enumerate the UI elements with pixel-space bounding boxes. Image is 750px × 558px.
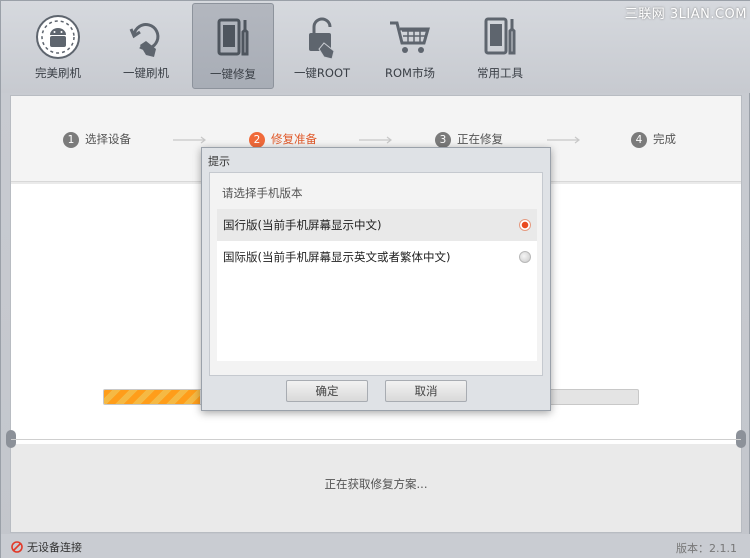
- cancel-button[interactable]: 取消: [385, 380, 467, 402]
- step-number: 4: [631, 131, 647, 148]
- toolbar-item-one-key-root[interactable]: 一键ROOT: [281, 3, 363, 89]
- toolbar-item-one-key-flash[interactable]: 一键刷机: [105, 3, 187, 89]
- progress-fill: [104, 390, 201, 404]
- step-label: 正在修复: [457, 132, 503, 146]
- step-4: 4 完成: [631, 130, 676, 148]
- step-number: 3: [435, 131, 451, 148]
- step-label: 完成: [653, 132, 676, 146]
- no-device-icon: [11, 541, 23, 553]
- tools-icon: [484, 17, 516, 55]
- toolbar-item-common-tools[interactable]: 常用工具: [459, 3, 541, 89]
- toolbar-label: 一键ROOT: [293, 66, 351, 80]
- version-label: 版本：2.1.1: [676, 542, 737, 555]
- connection-status: 无设备连接: [11, 539, 82, 555]
- option-international-version[interactable]: 国际版(当前手机屏幕显示英文或者繁体中文): [217, 241, 537, 273]
- step-arrow-icon: [173, 136, 206, 144]
- cart-icon: [390, 21, 430, 53]
- connection-label: 无设备连接: [27, 541, 82, 554]
- toolbar-label: 常用工具: [477, 66, 523, 80]
- dialog-body: 请选择手机版本 国行版(当前手机屏幕显示中文) 国际版(当前手机屏幕显示英文或者…: [209, 172, 543, 376]
- top-toolbar: 完美刷机 一键刷机 一键修复 一键ROOT ROM市场 常用工具 三联网 3LI…: [1, 1, 750, 93]
- toolbar-label: ROM市场: [385, 66, 435, 80]
- step-number: 1: [63, 131, 79, 148]
- version-select-dialog: 提示 请选择手机版本 国行版(当前手机屏幕显示中文) 国际版(当前手机屏幕显示英…: [201, 147, 551, 411]
- toolbar-item-rom-market[interactable]: ROM市场: [369, 3, 451, 89]
- option-china-version[interactable]: 国行版(当前手机屏幕显示中文): [217, 209, 537, 241]
- unlock-icon: [309, 17, 335, 60]
- refresh-hand-icon: [129, 23, 160, 57]
- dialog-title: 提示: [208, 155, 230, 168]
- step-label: 修复准备: [271, 132, 317, 146]
- dialog-prompt: 请选择手机版本: [222, 186, 303, 200]
- toolbar-label: 一键修复: [210, 67, 256, 81]
- step-2: 2 修复准备: [249, 130, 317, 148]
- radio-icon[interactable]: [519, 251, 531, 263]
- ok-button[interactable]: 确定: [286, 380, 368, 402]
- status-bar: 无设备连接 版本：2.1.1: [1, 534, 750, 558]
- step-arrow-icon: [547, 136, 580, 144]
- status-message: 正在获取修复方案...: [324, 477, 428, 491]
- phone-wrench-icon: [217, 18, 249, 56]
- option-label: 国际版(当前手机屏幕显示英文或者繁体中文): [223, 250, 451, 264]
- toolbar-label: 完美刷机: [35, 66, 81, 80]
- step-number: 2: [249, 131, 265, 148]
- option-list: 国行版(当前手机屏幕显示中文) 国际版(当前手机屏幕显示英文或者繁体中文): [217, 209, 537, 361]
- option-label: 国行版(当前手机屏幕显示中文): [223, 218, 382, 232]
- android-icon: [36, 15, 80, 59]
- step-1: 1 选择设备: [63, 130, 131, 148]
- toolbar-item-one-key-repair[interactable]: 一键修复: [192, 3, 274, 89]
- toolbar-item-perfect-flash[interactable]: 完美刷机: [17, 3, 99, 89]
- app-window: 完美刷机 一键刷机 一键修复 一键ROOT ROM市场 常用工具 三联网 3LI…: [0, 0, 750, 558]
- step-3: 3 正在修复: [435, 130, 503, 148]
- radio-selected-icon[interactable]: [519, 219, 531, 231]
- step-label: 选择设备: [85, 132, 131, 146]
- watermark: 三联网 3LIAN.COM: [624, 7, 747, 22]
- step-arrow-icon: [359, 136, 392, 144]
- toolbar-label: 一键刷机: [123, 66, 169, 80]
- divider: [11, 439, 741, 440]
